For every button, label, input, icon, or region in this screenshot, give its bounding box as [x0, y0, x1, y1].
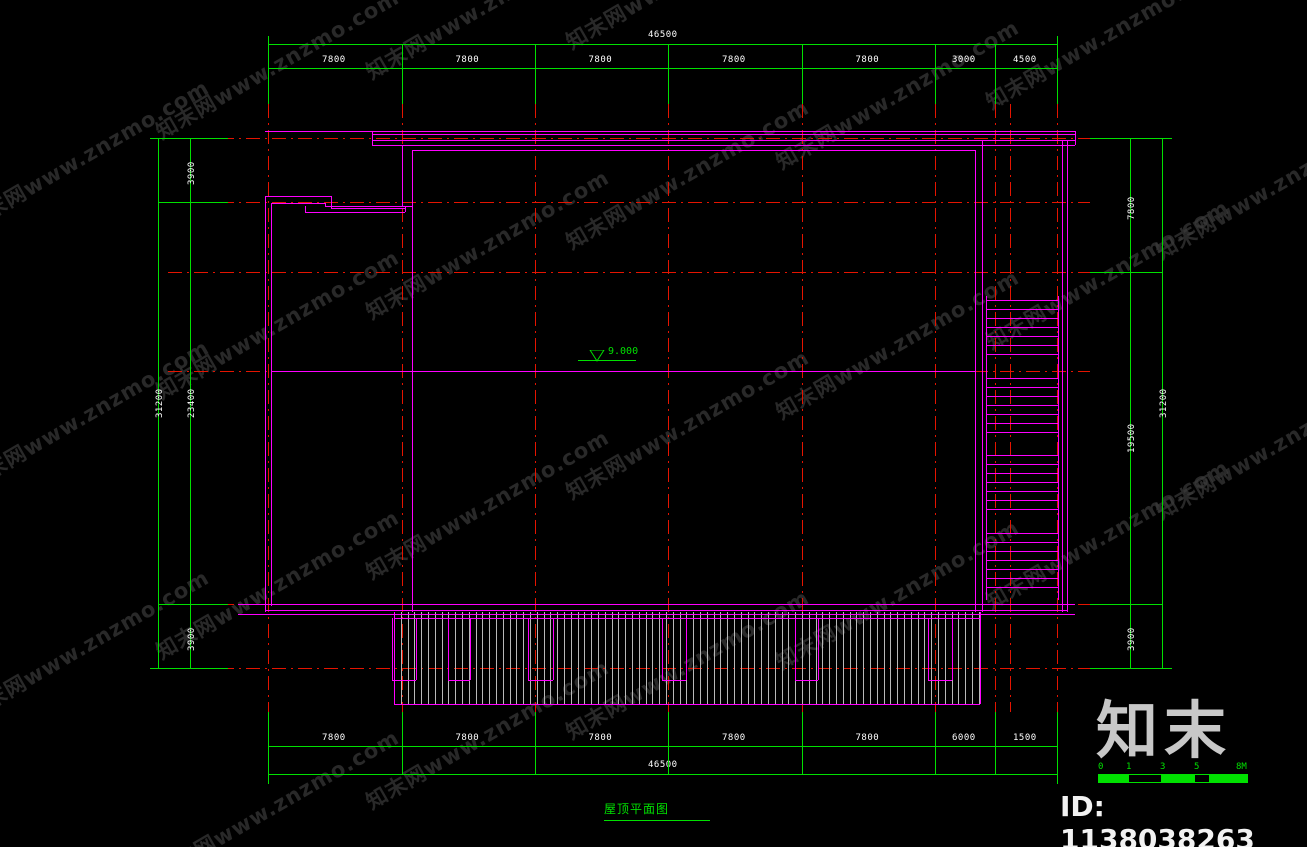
- scale-bar-segment: [1209, 775, 1247, 782]
- dim-extension-top: [668, 44, 669, 104]
- dim-extension-bottom: [1057, 712, 1058, 774]
- dim-extension-left: [158, 138, 228, 139]
- page-title: 屋顶平面图: [604, 802, 670, 816]
- dim-extension-left: [158, 668, 228, 669]
- dim-extension-bottom: [268, 712, 269, 774]
- cad-drawing-canvas: 知末网www.znzmo.com 知末网www.znzmo.com 知末网www.z…: [0, 0, 1307, 847]
- asset-id-label: ID: 1138038263: [1060, 790, 1255, 847]
- scale-bar-graphic: [1098, 774, 1248, 783]
- elevation-triangle-icon: [589, 350, 605, 362]
- dim-extension-bottom: [935, 712, 936, 774]
- dim-extension-bottom: [802, 712, 803, 774]
- dim-extension-right: [1090, 604, 1162, 605]
- dim-label-bottom-overall: 46500: [648, 760, 678, 770]
- dim-label-bottom-segment: 7800: [588, 733, 613, 743]
- scale-bar-tick-label: 8M: [1236, 762, 1247, 772]
- dim-overall-bottom: [268, 774, 1057, 775]
- dim-label-top-segment: 7800: [322, 55, 346, 65]
- drawing-title-block: 屋顶平面图: [604, 800, 710, 821]
- dim-label-bottom-segment: 7800: [455, 733, 480, 743]
- dim-extension-top: [802, 44, 803, 104]
- dim-label-top-segment: 3000: [952, 55, 976, 65]
- dim-extension-bottom: [995, 712, 996, 774]
- dim-label-top-segment: 7800: [455, 55, 480, 65]
- dim-label-bottom-segment: 6000: [952, 733, 976, 743]
- dim-extension-top: [935, 44, 936, 104]
- dim-extension-right: [1090, 138, 1162, 139]
- dim-extension-top: [535, 44, 536, 104]
- dim-extension-right: [1090, 668, 1162, 669]
- dim-label-right-segment: 3900: [1127, 627, 1137, 651]
- dim-extension-bottom: [402, 712, 403, 774]
- dim-extension-left: [158, 604, 228, 605]
- dim-extension-top: [402, 44, 403, 104]
- dim-label-bottom-segment: 1500: [1013, 733, 1037, 743]
- dim-label-right-segment: 7800: [1127, 196, 1137, 220]
- dim-label-left-overall: 31200: [155, 388, 165, 418]
- dim-chain-bottom: [268, 746, 1057, 747]
- scale-bar-segment: [1161, 775, 1195, 782]
- dim-label-right-segment: 19500: [1127, 423, 1137, 453]
- dim-extension-bottom: [668, 712, 669, 774]
- title-underline: [604, 820, 710, 821]
- dim-extension-top: [995, 44, 996, 104]
- dim-extension-top: [1057, 44, 1058, 104]
- scale-bar-segment: [1099, 775, 1129, 782]
- dim-label-top-segment: 7800: [588, 55, 613, 65]
- dim-extension-bottom: [535, 712, 536, 774]
- dim-label-top-segment: 7800: [722, 55, 746, 65]
- dim-label-bottom-segment: 7800: [722, 733, 746, 743]
- dim-label-bottom-segment: 7800: [855, 733, 880, 743]
- dim-label-left-segment: 23400: [187, 388, 197, 418]
- dim-label-left-segment: 3900: [187, 161, 197, 185]
- dim-label-top-segment: 4500: [1013, 55, 1037, 65]
- dim-chain-top: [268, 68, 1057, 69]
- dim-label-left-segment: 3900: [187, 627, 197, 651]
- brand-logo: 知末: [1096, 694, 1233, 767]
- dim-label-bottom-segment: 7800: [322, 733, 346, 743]
- dim-extension-right: [1090, 272, 1162, 273]
- dim-label-top-segment: 7800: [855, 55, 880, 65]
- dim-label-right-overall: 31200: [1159, 388, 1169, 418]
- dim-extension-left: [158, 202, 228, 203]
- dim-overall-top: [268, 44, 1057, 45]
- dim-extension-top: [268, 44, 269, 104]
- dim-label-top-overall: 46500: [648, 30, 678, 40]
